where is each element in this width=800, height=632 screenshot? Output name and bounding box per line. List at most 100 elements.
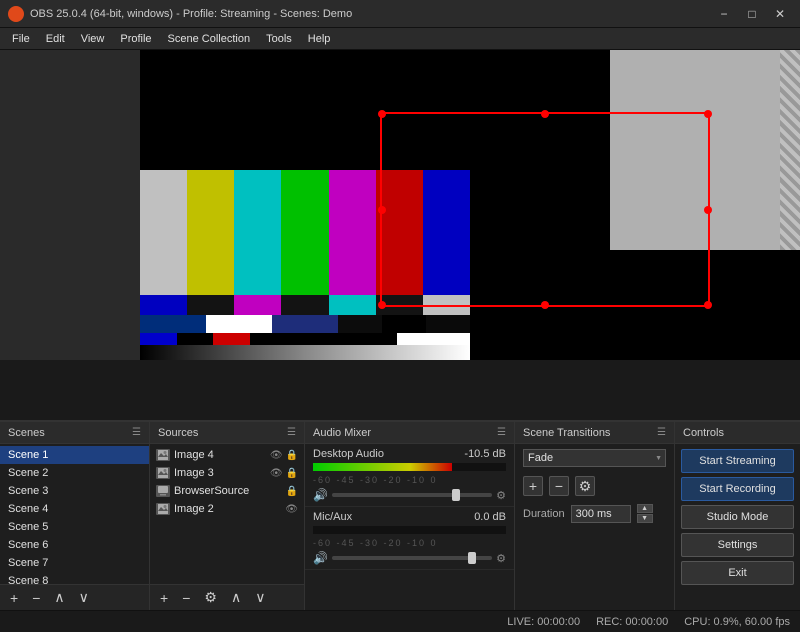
desktop-audio-settings-button[interactable]: ⚙ bbox=[496, 489, 506, 502]
menu-view[interactable]: View bbox=[73, 31, 113, 47]
scene-down-button[interactable]: ∨ bbox=[75, 587, 93, 608]
bars-strip bbox=[140, 333, 470, 345]
scene-item-6[interactable]: Scene 6 bbox=[0, 536, 149, 554]
source-lock-image3[interactable]: 🔒 bbox=[286, 468, 298, 479]
color-bars bbox=[140, 170, 470, 335]
source-add-button[interactable]: + bbox=[156, 588, 172, 608]
source-eye-image3[interactable]: 👁 bbox=[270, 468, 283, 479]
sources-header: Sources ☰ bbox=[150, 422, 304, 444]
menu-help[interactable]: Help bbox=[300, 31, 339, 47]
window-title: OBS 25.0.4 (64-bit, windows) - Profile: … bbox=[30, 8, 712, 20]
transition-type-select[interactable]: Fade Cut Swipe Slide Stinger Luma Wipe bbox=[523, 449, 666, 467]
transition-remove-button[interactable]: − bbox=[549, 476, 569, 496]
duration-spinners: ▲ ▼ bbox=[637, 504, 653, 523]
duration-increment-button[interactable]: ▲ bbox=[637, 504, 653, 513]
sources-panel: Sources ☰ Image 4 👁 🔒 Image 3 bbox=[150, 422, 305, 610]
scene-item-7[interactable]: Scene 7 bbox=[0, 554, 149, 572]
menu-edit[interactable]: Edit bbox=[38, 31, 73, 47]
preview-bottom-dark bbox=[0, 360, 800, 420]
live-status: LIVE: 00:00:00 bbox=[507, 616, 580, 628]
handle-tl[interactable] bbox=[378, 110, 386, 118]
menu-scene-collection[interactable]: Scene Collection bbox=[160, 31, 259, 47]
source-lock-image4[interactable]: 🔒 bbox=[286, 450, 298, 461]
source-up-button[interactable]: ∧ bbox=[227, 587, 245, 608]
title-bar: OBS 25.0.4 (64-bit, windows) - Profile: … bbox=[0, 0, 800, 28]
scenes-panel: Scenes ☰ Scene 1 Scene 2 Scene 3 Scene 4… bbox=[0, 422, 150, 610]
scene-item-5[interactable]: Scene 5 bbox=[0, 518, 149, 536]
scene-item-8[interactable]: Scene 8 bbox=[0, 572, 149, 584]
duration-decrement-button[interactable]: ▼ bbox=[637, 514, 653, 523]
menu-profile[interactable]: Profile bbox=[112, 31, 159, 47]
source-item-image4[interactable]: Image 4 👁 🔒 bbox=[150, 446, 304, 464]
scene-item-2[interactable]: Scene 2 bbox=[0, 464, 149, 482]
studio-mode-button[interactable]: Studio Mode bbox=[681, 505, 794, 529]
source-down-button[interactable]: ∨ bbox=[251, 587, 269, 608]
sources-toolbar: + − ⚙ ∧ ∨ bbox=[150, 584, 304, 610]
sources-title: Sources bbox=[158, 427, 198, 439]
meter-scale-mic: -60 -45 -30 -20 -10 0 bbox=[313, 538, 506, 548]
source-eye-image4[interactable]: 👁 bbox=[270, 450, 283, 461]
bar-green bbox=[281, 170, 328, 295]
scene-item-3[interactable]: Scene 3 bbox=[0, 482, 149, 500]
handle-bm[interactable] bbox=[541, 301, 549, 309]
desktop-mute-button[interactable]: 🔊 bbox=[313, 488, 328, 502]
source-item-image3[interactable]: Image 3 👁 🔒 bbox=[150, 464, 304, 482]
transition-add-button[interactable]: + bbox=[523, 476, 543, 496]
transition-select-row: Fade Cut Swipe Slide Stinger Luma Wipe bbox=[515, 444, 674, 472]
mic-fader-row: 🔊 ⚙ bbox=[313, 551, 506, 565]
color-bars-top bbox=[140, 170, 470, 295]
duration-row: Duration ▲ ▼ bbox=[515, 500, 674, 527]
minimize-button[interactable]: − bbox=[712, 3, 736, 25]
source-item-browser[interactable]: BrowserSource 🔒 bbox=[150, 482, 304, 500]
source-lock-browser[interactable]: 🔒 bbox=[286, 486, 298, 497]
source-eye-image2[interactable]: 👁 bbox=[285, 504, 298, 515]
sources-list: Image 4 👁 🔒 Image 3 👁 🔒 bbox=[150, 444, 304, 584]
source-settings-button[interactable]: ⚙ bbox=[200, 587, 221, 608]
source-item-image2[interactable]: Image 2 👁 bbox=[150, 500, 304, 518]
audio-header: Audio Mixer ☰ bbox=[305, 422, 514, 444]
handle-tm[interactable] bbox=[541, 110, 549, 118]
sources-menu-icon[interactable]: ☰ bbox=[287, 427, 296, 438]
scenes-toolbar: + − ∧ ∨ bbox=[0, 584, 149, 610]
mic-fader-thumb[interactable] bbox=[468, 552, 476, 564]
window-controls: − □ ✕ bbox=[712, 3, 792, 25]
preview-stripe bbox=[780, 50, 800, 250]
transitions-header: Scene Transitions ☰ bbox=[515, 422, 674, 444]
source-remove-button[interactable]: − bbox=[178, 588, 194, 608]
settings-button[interactable]: Settings bbox=[681, 533, 794, 557]
desktop-audio-db: -10.5 dB bbox=[464, 448, 506, 460]
transition-controls: + − ⚙ bbox=[515, 472, 674, 500]
desktop-fader-icons: 🔊 bbox=[313, 488, 328, 502]
handle-br[interactable] bbox=[704, 301, 712, 309]
maximize-button[interactable]: □ bbox=[740, 3, 764, 25]
audio-menu-icon[interactable]: ☰ bbox=[497, 427, 506, 438]
source-name-image2: Image 2 bbox=[174, 503, 214, 515]
menu-file[interactable]: File bbox=[4, 31, 38, 47]
scene-item-4[interactable]: Scene 4 bbox=[0, 500, 149, 518]
scene-remove-button[interactable]: − bbox=[28, 588, 44, 608]
audio-track-mic-header: Mic/Aux 0.0 dB bbox=[313, 511, 506, 523]
source-name-image3: Image 3 bbox=[174, 467, 214, 479]
menu-tools[interactable]: Tools bbox=[258, 31, 300, 47]
desktop-fader-thumb[interactable] bbox=[452, 489, 460, 501]
mic-aux-meter bbox=[313, 526, 506, 534]
start-recording-button[interactable]: Start Recording bbox=[681, 477, 794, 501]
duration-input[interactable] bbox=[571, 505, 631, 523]
scenes-menu-icon[interactable]: ☰ bbox=[132, 427, 141, 438]
scene-up-button[interactable]: ∧ bbox=[50, 587, 68, 608]
desktop-fader[interactable] bbox=[332, 493, 492, 497]
exit-button[interactable]: Exit bbox=[681, 561, 794, 585]
start-streaming-button[interactable]: Start Streaming bbox=[681, 449, 794, 473]
transition-settings-button[interactable]: ⚙ bbox=[575, 476, 595, 496]
close-button[interactable]: ✕ bbox=[768, 3, 792, 25]
mic-fader[interactable] bbox=[332, 556, 492, 560]
source-actions-image4: 👁 🔒 bbox=[270, 450, 298, 461]
preview-gray-overlay bbox=[610, 50, 800, 250]
transitions-menu-icon[interactable]: ☰ bbox=[657, 427, 666, 438]
scene-item-1[interactable]: Scene 1 bbox=[0, 446, 149, 464]
mic-mute-button[interactable]: 🔊 bbox=[313, 551, 328, 565]
mic-aux-db: 0.0 dB bbox=[474, 511, 506, 523]
scene-add-button[interactable]: + bbox=[6, 588, 22, 608]
mic-audio-settings-button[interactable]: ⚙ bbox=[496, 552, 506, 565]
meter-scale: -60 -45 -30 -20 -10 0 bbox=[313, 475, 506, 485]
